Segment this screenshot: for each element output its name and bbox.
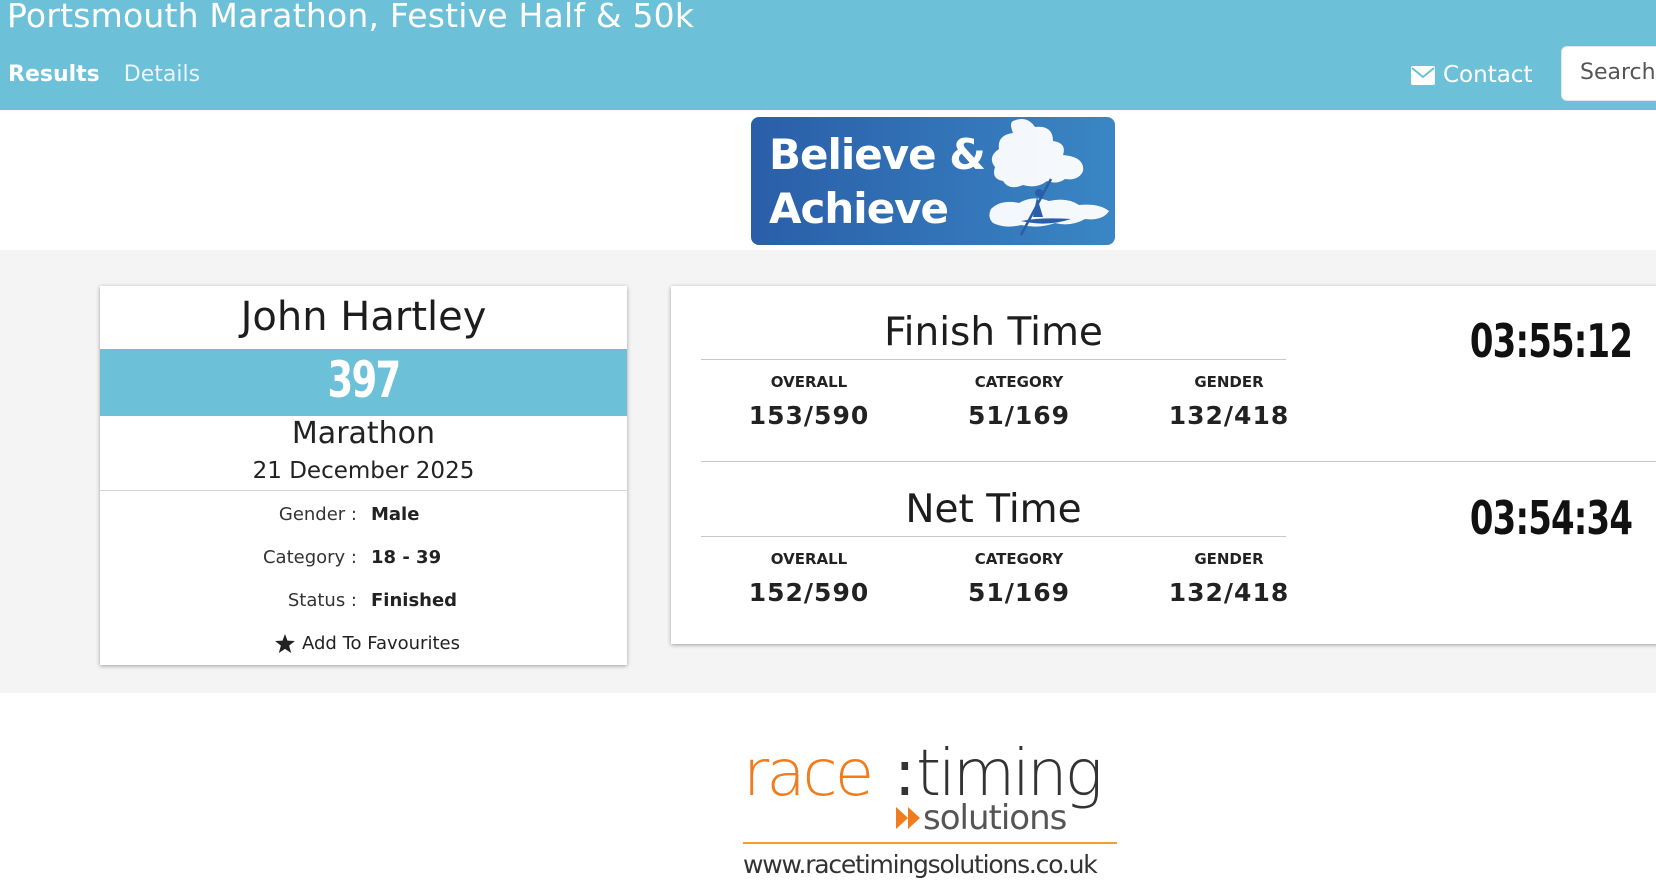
col-value: 132/418	[1168, 401, 1290, 430]
race-date: 21 December 2025	[252, 458, 475, 484]
detail-key: Gender :	[278, 504, 357, 525]
main-nav: Results Details	[8, 62, 200, 87]
result-col-overall: OVERALL 152/590	[709, 550, 909, 607]
col-label: OVERALL	[770, 373, 848, 391]
banner-line-2: Achieve	[769, 184, 948, 233]
believe-achieve-banner: Believe & Achieve	[751, 117, 1115, 245]
favourite-label: Add To Favourites	[302, 633, 460, 654]
search-box	[1561, 46, 1656, 101]
bib-strip: 397	[100, 349, 627, 416]
col-label: OVERALL	[770, 550, 848, 568]
logo-solutions: solutions	[923, 798, 1067, 838]
athlete-name: John Hartley	[240, 294, 487, 340]
section-rule	[701, 359, 1286, 360]
col-value: 132/418	[1168, 578, 1290, 607]
col-label: CATEGORY	[974, 550, 1064, 568]
col-value: 153/590	[748, 401, 870, 430]
envelope-icon	[1411, 65, 1435, 85]
col-value: 51/169	[967, 578, 1071, 607]
logo-url: www.racetimingsolutions.co.uk	[743, 850, 1098, 879]
nav-details[interactable]: Details	[124, 62, 200, 87]
net-time-value: 03:54:34	[1469, 491, 1633, 545]
detail-value: 18 - 39	[371, 547, 442, 568]
star-icon	[275, 634, 295, 653]
result-col-category: CATEGORY 51/169	[919, 373, 1119, 430]
col-value: 51/169	[967, 401, 1071, 430]
net-time-section: Net Time OVERALL 152/590 CATEGORY 51/169…	[671, 463, 1656, 633]
results-card: Finish Time OVERALL 153/590 CATEGORY 51/…	[671, 286, 1656, 644]
card-divider	[100, 490, 627, 491]
top-bar: Portsmouth Marathon, Festive Half & 50k …	[0, 0, 1656, 110]
section-rule	[701, 536, 1286, 537]
nav-results[interactable]: Results	[8, 62, 100, 87]
detail-key: Category :	[262, 547, 357, 568]
detail-key: Status :	[287, 590, 357, 611]
detail-value: Male	[371, 504, 420, 525]
add-to-favourites-button[interactable]: Add To Favourites	[275, 633, 460, 654]
finish-time-section: Finish Time OVERALL 153/590 CATEGORY 51/…	[671, 286, 1656, 456]
banner-line-1: Believe &	[769, 130, 985, 179]
result-col-gender: GENDER 132/418	[1129, 373, 1329, 430]
result-col-category: CATEGORY 51/169	[919, 550, 1119, 607]
detail-value: Finished	[371, 590, 458, 611]
bib-number: 397	[327, 351, 401, 409]
race-timing-solutions-logo[interactable]: race : timing solutions www.racetimingso…	[741, 725, 1131, 885]
contact-label: Contact	[1443, 62, 1533, 88]
contact-link[interactable]: Contact	[1411, 62, 1532, 88]
col-label: CATEGORY	[974, 373, 1064, 391]
result-col-overall: OVERALL 153/590	[709, 373, 909, 430]
col-label: GENDER	[1194, 550, 1264, 568]
logo-colon: :	[894, 737, 916, 811]
section-title: Finish Time	[884, 310, 1103, 355]
finish-time-value: 03:55:12	[1469, 314, 1633, 368]
race-name: Marathon	[291, 416, 436, 451]
athlete-card: John Hartley 397 Marathon 21 December 20…	[100, 286, 627, 665]
search-input[interactable]	[1580, 60, 1656, 85]
logo-race: race	[743, 737, 871, 811]
col-label: GENDER	[1194, 373, 1264, 391]
section-separator	[701, 461, 1656, 462]
section-title: Net Time	[905, 487, 1082, 532]
site-title: Portsmouth Marathon, Festive Half & 50k	[7, 0, 695, 35]
col-value: 152/590	[748, 578, 870, 607]
result-col-gender: GENDER 132/418	[1129, 550, 1329, 607]
